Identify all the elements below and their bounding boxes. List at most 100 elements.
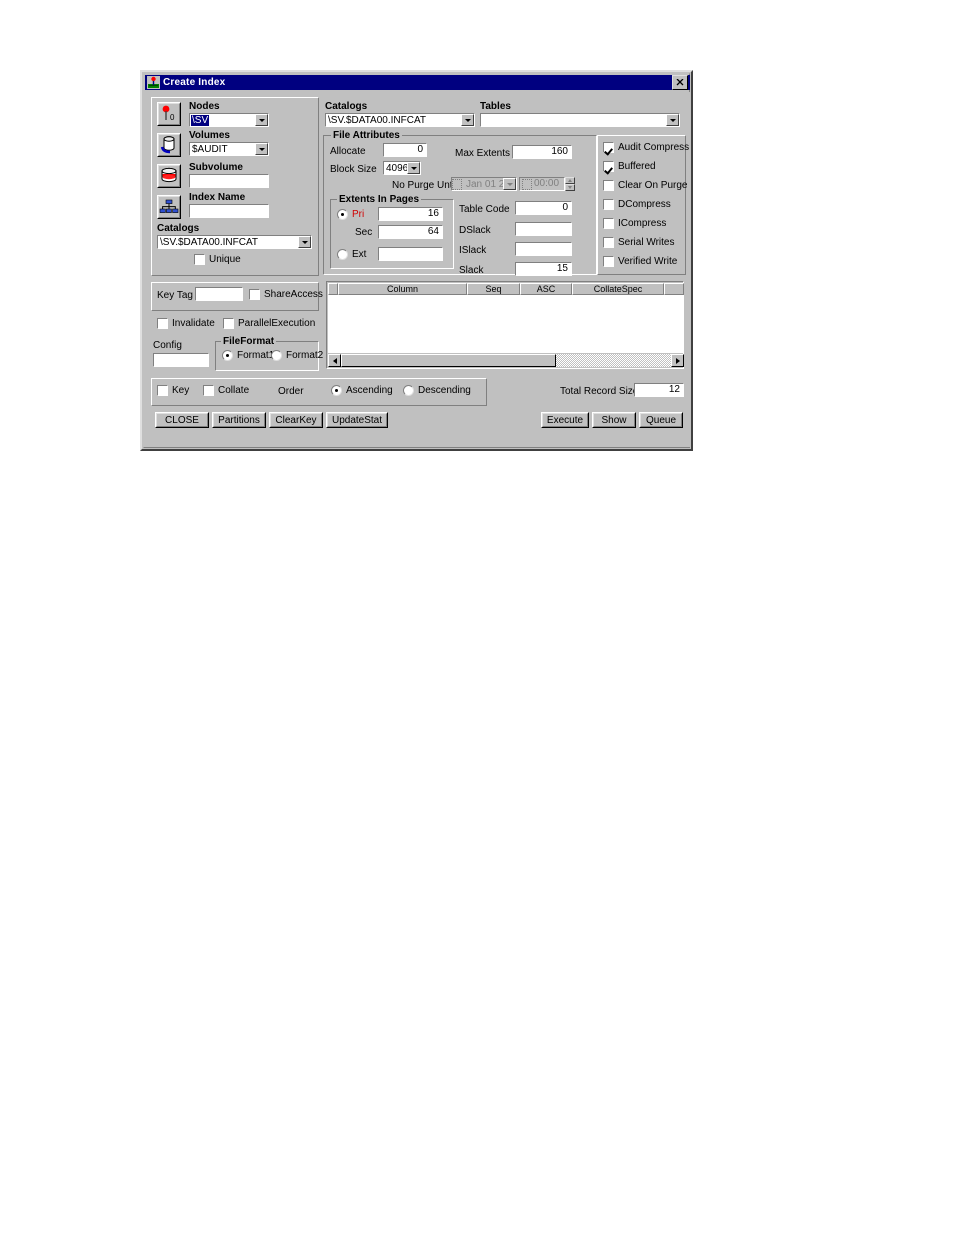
checkbox-box: [203, 385, 214, 396]
file-format-format2-radio[interactable]: Format2: [271, 350, 323, 361]
config-input[interactable]: [153, 353, 209, 367]
left-catalogs-combo[interactable]: \SV.$DATA00.INFCAT: [157, 235, 312, 249]
title-bar[interactable]: Create Index: [145, 75, 690, 90]
create-index-window: Create Index 0 Nodes \SV Volumes $AUDIT …: [140, 70, 693, 451]
top-catalogs-label: Catalogs: [325, 101, 368, 112]
flag-audit-compress[interactable]: Audit Compress: [603, 142, 689, 153]
chevron-down-icon[interactable]: [255, 143, 268, 155]
share-access-checkbox[interactable]: ShareAccess: [249, 289, 323, 300]
chevron-down-icon[interactable]: [503, 178, 516, 190]
slack-input[interactable]: 15: [515, 262, 572, 276]
close-icon[interactable]: [672, 75, 688, 90]
scroll-track[interactable]: [341, 354, 671, 367]
grid-header-rowsel[interactable]: [328, 283, 338, 295]
key-label: Key: [172, 385, 190, 396]
execute-button-label: Execute: [546, 414, 584, 426]
key-checkbox[interactable]: Key: [157, 385, 189, 396]
invalidate-checkbox[interactable]: Invalidate: [157, 318, 215, 329]
nodes-label: Nodes: [189, 101, 220, 112]
chevron-down-icon[interactable]: [298, 236, 311, 248]
extents-pri-radio[interactable]: Pri: [337, 209, 364, 220]
islack-input[interactable]: [515, 242, 572, 256]
spinner-down-icon[interactable]: [565, 184, 575, 191]
updatestat-button[interactable]: UpdateStat: [326, 412, 388, 428]
partitions-button-label: Partitions: [218, 414, 260, 426]
scroll-right-icon[interactable]: [671, 354, 684, 367]
flag-icompress[interactable]: ICompress: [603, 218, 666, 229]
page-root: Create Index 0 Nodes \SV Volumes $AUDIT …: [0, 0, 954, 1235]
chevron-down-icon[interactable]: [461, 114, 474, 126]
svg-text:0: 0: [170, 113, 175, 122]
no-purge-time-input[interactable]: 00:00: [519, 177, 565, 191]
flag-clear-on-purge[interactable]: Clear On Purge: [603, 180, 687, 191]
checkbox-box: [223, 318, 234, 329]
grid-header-asc[interactable]: ASC: [520, 283, 572, 295]
nodes-combo[interactable]: \SV: [189, 113, 269, 127]
key-tag-input[interactable]: [195, 287, 243, 301]
volumes-combo[interactable]: $AUDIT: [189, 142, 269, 156]
order-descending-radio[interactable]: Descending: [403, 385, 471, 396]
file-format-format1-radio[interactable]: Format1: [222, 350, 274, 361]
pri-input[interactable]: 16: [378, 207, 443, 221]
spinner-up-icon[interactable]: [565, 177, 575, 184]
block-size-combo[interactable]: 4096: [383, 161, 421, 175]
dslack-input[interactable]: [515, 222, 572, 236]
sec-input[interactable]: 64: [378, 225, 443, 239]
subvolume-icon-button[interactable]: [157, 164, 181, 188]
node-icon-button[interactable]: 0: [157, 102, 181, 126]
subvolume-input[interactable]: [189, 174, 269, 188]
grid-horizontal-scrollbar[interactable]: [328, 354, 684, 367]
no-purge-time-spinner[interactable]: [565, 177, 575, 191]
unique-checkbox[interactable]: Unique: [194, 254, 241, 265]
no-purge-date-picker[interactable]: Jan 01 2000: [451, 177, 517, 191]
clearkey-button[interactable]: ClearKey: [269, 412, 323, 428]
chevron-down-icon[interactable]: [666, 114, 679, 126]
max-extents-input[interactable]: 160: [512, 145, 572, 159]
flag-dcompress[interactable]: DCompress: [603, 199, 671, 210]
partitions-button[interactable]: Partitions: [212, 412, 266, 428]
index-icon-button[interactable]: [157, 195, 181, 219]
scroll-left-icon[interactable]: [328, 354, 341, 367]
flag-verified-write[interactable]: Verified Write: [603, 256, 677, 267]
descending-label: Descending: [418, 385, 471, 396]
scroll-thumb[interactable]: [341, 354, 556, 367]
table-code-input[interactable]: 0: [515, 201, 572, 215]
show-button[interactable]: Show: [592, 412, 636, 428]
subvolume-icon: [161, 167, 177, 183]
calendar-icon: [452, 178, 462, 190]
tables-combo[interactable]: [480, 113, 680, 127]
chevron-down-icon[interactable]: [255, 114, 268, 126]
grid-header-seq[interactable]: Seq: [467, 283, 520, 295]
ext-input[interactable]: [378, 247, 443, 261]
execute-button[interactable]: Execute: [541, 412, 589, 428]
collate-checkbox[interactable]: Collate: [203, 385, 249, 396]
parallel-execution-checkbox[interactable]: ParallelExecution: [223, 318, 315, 329]
parallel-execution-label: ParallelExecution: [238, 318, 316, 329]
checkbox-box: [249, 289, 260, 300]
total-record-size-input[interactable]: 12: [634, 383, 684, 397]
no-purge-date-value: Jan 01 2000: [466, 178, 503, 190]
extents-ext-radio[interactable]: Ext: [337, 249, 366, 260]
close-button-label: CLOSE: [165, 414, 199, 426]
queue-button[interactable]: Queue: [639, 412, 683, 428]
allocate-input[interactable]: 0: [383, 143, 427, 157]
grid-header-collatespec[interactable]: CollateSpec: [572, 283, 664, 295]
window-title: Create Index: [163, 77, 226, 88]
top-catalogs-combo[interactable]: \SV.$DATA00.INFCAT: [325, 113, 475, 127]
index-columns-grid[interactable]: Column Seq ASC CollateSpec: [326, 281, 684, 369]
index-name-input[interactable]: [189, 204, 269, 218]
grid-header-column[interactable]: Column: [338, 283, 467, 295]
grid-body[interactable]: [328, 295, 684, 353]
radio-dot: [331, 385, 342, 396]
order-ascending-radio[interactable]: Ascending: [331, 385, 393, 396]
collate-label: Collate: [218, 385, 250, 396]
islack-label: ISlack: [459, 245, 487, 256]
total-record-size-label: Total Record Size: [560, 386, 639, 397]
flag-buffered[interactable]: Buffered: [603, 161, 656, 172]
grid-header-extra[interactable]: [664, 283, 684, 295]
flag-serial-writes[interactable]: Serial Writes: [603, 237, 675, 248]
allocate-label: Allocate: [330, 146, 366, 157]
close-button[interactable]: CLOSE: [155, 412, 209, 428]
volume-icon-button[interactable]: [157, 133, 181, 157]
chevron-down-icon[interactable]: [407, 162, 420, 174]
